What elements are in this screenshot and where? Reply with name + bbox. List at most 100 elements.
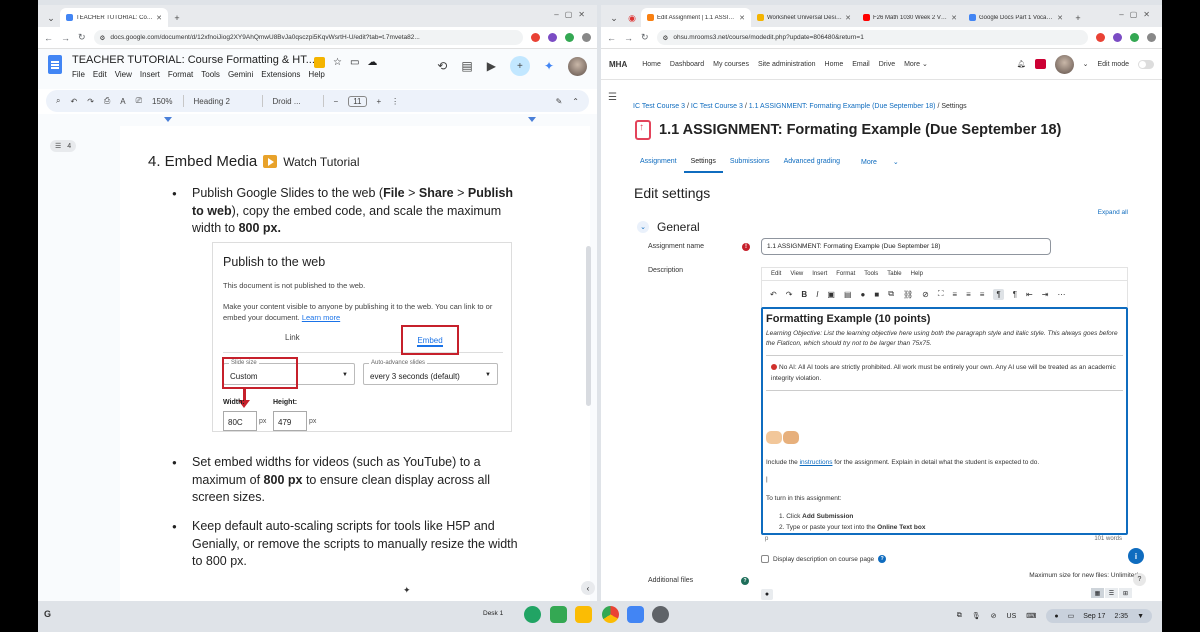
style-select[interactable]: Heading 2 (194, 97, 252, 106)
tab-docs[interactable]: TEACHER TUTORIAL: Course F ✕ (60, 8, 168, 27)
tab-google-docs-vocab[interactable]: Google Docs Part 1 Vocabular ✕ (963, 8, 1069, 27)
screen-capture-icon[interactable]: ⧉ (957, 612, 962, 620)
breadcrumb-link[interactable]: IC Test Course 3 (633, 103, 685, 110)
tab-search-icon[interactable]: ⌄ (42, 9, 60, 27)
nav-drive[interactable]: Drive (879, 61, 895, 68)
reload-icon[interactable]: ↻ (641, 32, 649, 43)
ruler-indent-marker[interactable] (528, 117, 536, 122)
doc-title[interactable]: TEACHER TUTORIAL: Course Formatting & HT… (72, 54, 315, 66)
tab-more[interactable]: More ⌄ (847, 155, 913, 173)
question-icon[interactable]: ? (1133, 573, 1146, 586)
description-editor[interactable]: Formatting Example (10 points) Learning … (761, 307, 1128, 535)
tab-submissions[interactable]: Submissions (723, 155, 777, 173)
forward-icon[interactable]: → (61, 33, 70, 43)
account-avatar[interactable] (568, 56, 587, 76)
new-tab-icon[interactable]: + (1069, 9, 1087, 27)
profile-icon[interactable] (582, 33, 591, 42)
site-brand[interactable]: MHA (609, 60, 627, 69)
notification-bell-icon[interactable]: 🔔︎ (1017, 60, 1026, 68)
close-tab-icon[interactable]: ✕ (845, 14, 851, 22)
url-field[interactable]: ⚙ docs.google.com/document/d/12xfnoiJiog… (93, 30, 523, 45)
collapse-toolbar-icon[interactable]: ⌃ (572, 97, 579, 106)
phone-app-icon[interactable] (524, 606, 541, 623)
outline-button[interactable]: ☰ 4 (50, 140, 77, 152)
link-icon[interactable]: ⛓ (903, 290, 913, 299)
editor-menu-tools[interactable]: Tools (864, 271, 878, 277)
align-right-icon[interactable]: ≡ (980, 290, 985, 299)
input-method[interactable]: US (1007, 613, 1017, 620)
search-menus-icon[interactable]: ⌕ (56, 96, 60, 106)
paint-format-icon[interactable]: ⎚ (136, 96, 142, 106)
move-folder-icon[interactable]: ▭ (350, 57, 359, 68)
menu-file[interactable]: File (72, 70, 85, 79)
info-icon[interactable]: i (1128, 548, 1144, 564)
profile-icon[interactable] (1147, 33, 1156, 42)
ruler[interactable] (38, 114, 597, 126)
record-video-icon[interactable]: ■ (874, 290, 879, 299)
new-tab-icon[interactable]: + (168, 9, 186, 27)
gemini-icon[interactable]: ✦ (544, 59, 554, 73)
tab-math-video[interactable]: F26 Math 1030 Week 2 Video ✕ (857, 8, 963, 27)
course-index-icon[interactable]: ☰ (608, 92, 617, 103)
files-app-icon[interactable] (627, 606, 644, 623)
record-audio-icon[interactable]: ● (861, 290, 866, 299)
redo-icon[interactable]: ↷ (87, 97, 94, 106)
cloud-status-icon[interactable]: ☁ (367, 57, 377, 68)
nav-my-courses[interactable]: My courses (713, 61, 749, 68)
tree-view-icon[interactable]: ⊞ (1119, 588, 1132, 598)
extension-icon[interactable] (531, 33, 540, 42)
decrease-font-icon[interactable]: − (334, 97, 339, 106)
back-icon[interactable]: ← (607, 33, 616, 43)
messages-icon[interactable] (1034, 59, 1046, 69)
menu-help[interactable]: Help (308, 70, 324, 79)
nav-home[interactable]: Home (642, 61, 661, 68)
share-button[interactable]: + (509, 56, 530, 76)
redo-icon[interactable]: ↷ (786, 290, 793, 299)
instructions-link[interactable]: instructions (800, 459, 833, 466)
keyboard-icon[interactable]: ⌨ (1026, 612, 1036, 620)
zoom-select[interactable]: 150% (152, 97, 172, 106)
menu-gemini[interactable]: Gemini (228, 70, 253, 79)
extension-icon[interactable] (1096, 33, 1105, 42)
chevron-down-icon[interactable]: ⌄ (1083, 60, 1089, 68)
tab-advanced-grading[interactable]: Advanced grading (777, 155, 847, 173)
tab-search-icon[interactable]: ⌄ (605, 9, 623, 27)
back-icon[interactable]: ← (44, 33, 53, 43)
nav-more[interactable]: More ⌄ (904, 60, 928, 68)
more-icon[interactable]: ⋯ (1057, 290, 1065, 299)
extension-icon[interactable] (548, 33, 557, 42)
window-controls[interactable]: –▢✕ (554, 10, 591, 19)
font-select[interactable]: Droid ... (273, 97, 313, 106)
grid-view-icon[interactable]: ▦ (1091, 588, 1104, 598)
close-tab-icon[interactable]: ✕ (739, 14, 745, 22)
bold-icon[interactable]: B (801, 290, 807, 299)
ruler-indent-marker[interactable] (164, 117, 172, 122)
embed-icon[interactable]: ⧉ (888, 289, 894, 299)
editor-menu-insert[interactable]: Insert (812, 271, 827, 277)
menu-extensions[interactable]: Extensions (261, 70, 300, 79)
ltr-icon[interactable]: ¶ (993, 288, 1004, 300)
site-info-icon[interactable]: ⚙ (100, 34, 106, 42)
nav-dashboard[interactable]: Dashboard (670, 61, 704, 68)
menu-view[interactable]: View (115, 70, 132, 79)
align-center-icon[interactable]: ≡ (966, 290, 971, 299)
editor-menu-table[interactable]: Table (887, 271, 901, 277)
editor-menu-help[interactable]: Help (911, 271, 923, 277)
nav-email[interactable]: Email (852, 61, 870, 68)
comments-icon[interactable]: ▤ (461, 59, 472, 73)
forward-icon[interactable]: → (624, 33, 633, 43)
extension-icon[interactable] (1113, 33, 1122, 42)
editor-menu-view[interactable]: View (790, 271, 803, 277)
align-left-icon[interactable]: ≡ (952, 290, 957, 299)
general-section-toggle[interactable]: ⌄ General (637, 220, 700, 234)
spellcheck-icon[interactable]: A (120, 97, 125, 106)
display-description-checkbox[interactable] (761, 555, 769, 563)
watch-tutorial-link[interactable]: Watch Tutorial (283, 155, 359, 169)
outdent-icon[interactable]: ⇤ (1026, 290, 1033, 299)
url-field[interactable]: ⚙ ohsu.mrooms3.net/course/modedit.php?up… (656, 30, 1088, 45)
close-tab-icon[interactable]: ✕ (951, 14, 957, 22)
launcher-icon[interactable]: G (44, 609, 51, 619)
app-icon[interactable] (652, 606, 669, 623)
help-icon[interactable]: ? (741, 577, 749, 585)
chrome-app-icon[interactable] (602, 606, 619, 623)
